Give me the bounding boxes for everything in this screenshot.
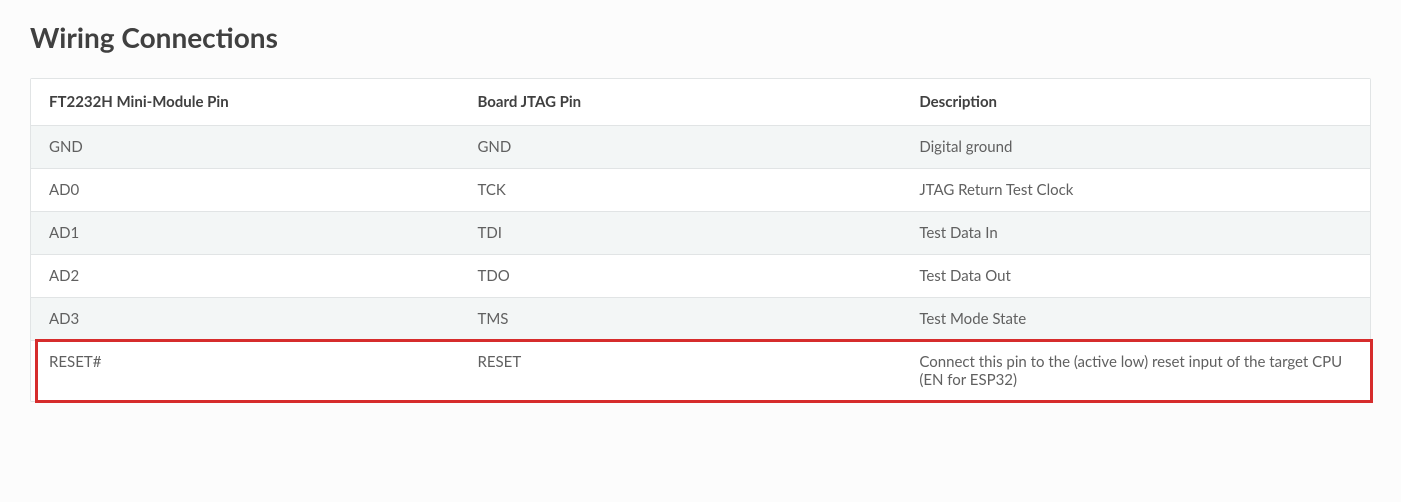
wiring-table: FT2232H Mini-Module Pin Board JTAG Pin D… xyxy=(31,79,1370,401)
cell-module-pin: AD2 xyxy=(31,255,459,298)
table-row: AD2 TDO Test Data Out xyxy=(31,255,1370,298)
table-row: AD0 TCK JTAG Return Test Clock xyxy=(31,169,1370,212)
cell-jtag-pin: TCK xyxy=(459,169,901,212)
cell-module-pin: AD1 xyxy=(31,212,459,255)
cell-module-pin: AD0 xyxy=(31,169,459,212)
cell-module-pin: AD3 xyxy=(31,298,459,341)
cell-description: Test Data In xyxy=(901,212,1370,255)
table-header-row: FT2232H Mini-Module Pin Board JTAG Pin D… xyxy=(31,79,1370,126)
table-row: RESET# RESET Connect this pin to the (ac… xyxy=(31,341,1370,402)
table-row: GND GND Digital ground xyxy=(31,126,1370,169)
col-header-jtag-pin: Board JTAG Pin xyxy=(459,79,901,126)
cell-jtag-pin: GND xyxy=(459,126,901,169)
cell-jtag-pin: TDO xyxy=(459,255,901,298)
cell-jtag-pin: RESET xyxy=(459,341,901,402)
table-row: AD3 TMS Test Mode State xyxy=(31,298,1370,341)
cell-module-pin: RESET# xyxy=(31,341,459,402)
cell-module-pin: GND xyxy=(31,126,459,169)
cell-jtag-pin: TMS xyxy=(459,298,901,341)
cell-description: Digital ground xyxy=(901,126,1370,169)
cell-description: Test Data Out xyxy=(901,255,1370,298)
cell-jtag-pin: TDI xyxy=(459,212,901,255)
cell-description: Test Mode State xyxy=(901,298,1370,341)
wiring-table-wrapper: FT2232H Mini-Module Pin Board JTAG Pin D… xyxy=(30,78,1371,402)
cell-description: JTAG Return Test Clock xyxy=(901,169,1370,212)
cell-description: Connect this pin to the (active low) res… xyxy=(901,341,1370,402)
col-header-description: Description xyxy=(901,79,1370,126)
table-row: AD1 TDI Test Data In xyxy=(31,212,1370,255)
col-header-module-pin: FT2232H Mini-Module Pin xyxy=(31,79,459,126)
section-heading: Wiring Connections xyxy=(30,20,1371,54)
